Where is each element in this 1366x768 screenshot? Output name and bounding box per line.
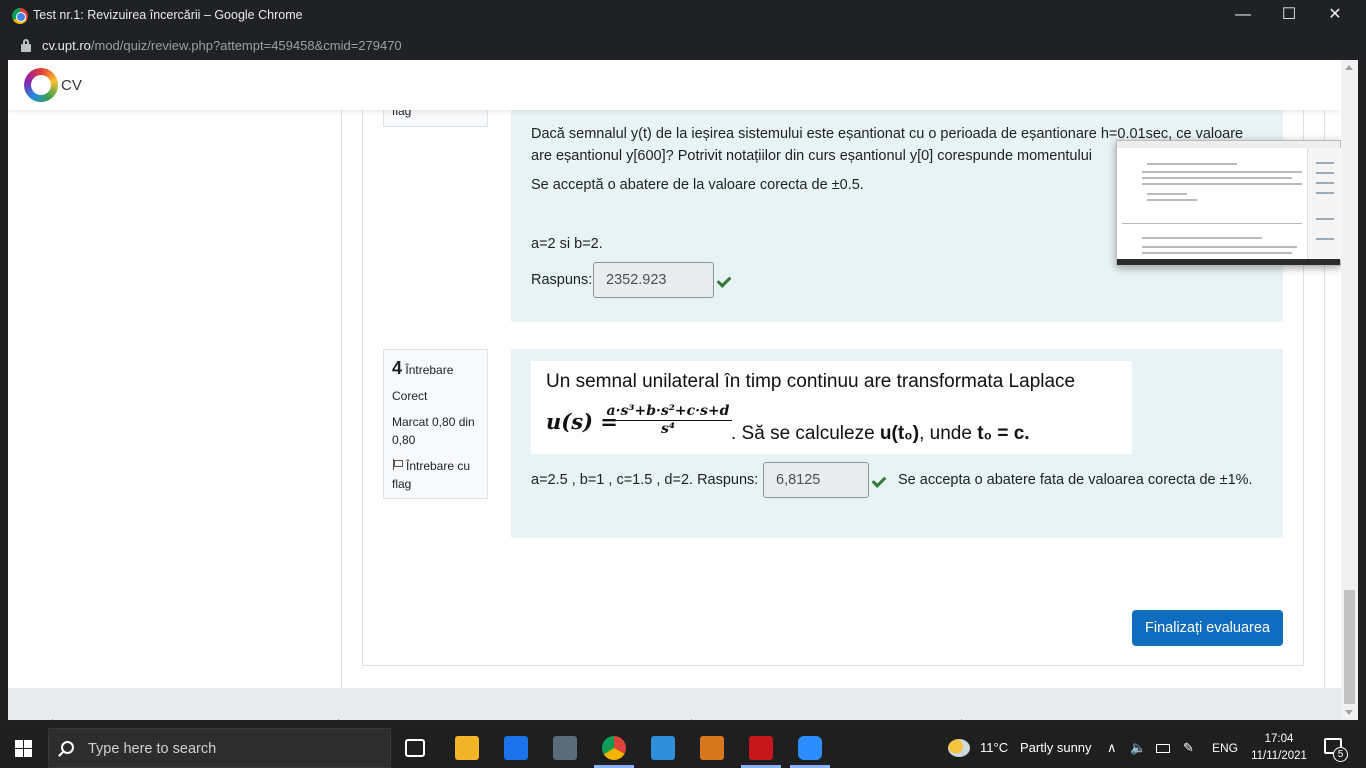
photos-icon[interactable] [651,736,675,760]
question-4-content: Un semnal unilateral în timp continuu ar… [511,349,1283,538]
question-3-tolerance: Se acceptă o abatere de la valoare corec… [531,177,864,193]
left-column-divider [341,110,342,688]
question-4-info: 4 Întrebare Corect Marcat 0,80 din 0,80 … [383,349,488,499]
question-4-word: Întrebare [405,363,454,377]
windows-taskbar: Type here to search 11°C Partly sunny ∧ … [0,728,1366,768]
page-viewport: CV flag Dacă semnalul y(t) de la ieșirea… [8,60,1341,720]
question-4-flag-toggle[interactable]: Întrebare cu flag [392,457,479,493]
chrome-title-bar: Test nr.1: Revizuirea încercării – Googl… [0,0,1366,32]
question-4-answer-input[interactable]: 6,8125 [763,462,869,498]
maximize-button[interactable]: ☐ [1266,0,1312,32]
vertical-scrollbar[interactable] [1341,60,1358,720]
question-3-text-line2: are eșantionul y[600]? Potrivit notațiil… [531,148,1092,164]
matlab-icon[interactable] [700,736,724,760]
acrobat-icon[interactable] [749,736,773,760]
url-field[interactable]: cv.upt.ro/mod/quiz/review.php?attempt=45… [42,38,402,53]
formula-denominator: s⁴ [660,421,675,437]
formula-fraction: a·s³+b·s²+c·s+d s⁴ [604,403,732,437]
scrollbar-thumb[interactable] [1344,590,1355,704]
calculator-icon[interactable] [553,736,577,760]
close-button[interactable]: ✕ [1312,0,1358,32]
notification-count: 5 [1333,747,1348,762]
question-3-params: a=2 si b=2. [531,236,603,252]
question-4-number: 4 [392,358,403,378]
minimize-button[interactable]: — [1220,0,1266,32]
url-host: cv.upt.ro [42,38,91,53]
correct-check-icon [872,474,886,488]
correct-check-icon [717,274,731,288]
question-3-answer-label: Raspuns: [531,272,593,288]
file-explorer-icon[interactable] [455,736,479,760]
site-name[interactable]: CV [61,77,82,94]
weather-icon[interactable] [948,739,970,757]
battery-icon[interactable] [1156,744,1170,753]
clock[interactable]: 17:04 11/11/2021 [1248,731,1310,765]
question-4-status: Corect [392,389,428,403]
question-4-params: a=2.5 , b=1 , c=1.5 , d=2. Raspuns: [531,472,759,488]
question-4-flag-label: Întrebare cu flag [392,459,471,491]
search-placeholder: Type here to search [88,741,217,757]
lock-icon [21,39,31,52]
url-path: /mod/quiz/review.php?attempt=459458&cmid… [90,38,402,53]
weather-temp[interactable]: 11°C [980,740,1008,755]
mail-icon[interactable] [504,736,528,760]
finish-review-button[interactable]: Finalizați evaluarea [1132,610,1283,646]
chevron-up-icon[interactable]: ∧ [1107,740,1117,756]
page-footer [8,688,1341,720]
question-3-answer-input[interactable]: 2352.923 [593,262,714,298]
pen-icon[interactable]: ✎ [1183,740,1194,756]
chrome-taskbar-icon[interactable] [602,736,626,760]
cv-logo-icon[interactable] [24,68,58,102]
flag-icon [392,459,403,470]
scroll-up-icon[interactable] [1345,65,1353,70]
scroll-down-icon[interactable] [1345,710,1353,715]
formula-numerator: a·s³+b·s²+c·s+d [604,403,732,421]
question-4-mark: Marcat 0,80 din 0,80 [392,415,475,447]
weather-text[interactable]: Partly sunny [1020,740,1092,755]
windows-start-icon[interactable] [15,740,32,757]
formula-tail: . Să se calculeze u(t₀), unde t₀ = c. [731,423,1030,444]
volume-icon[interactable]: 🔈 [1130,740,1146,756]
clock-date: 11/11/2021 [1251,750,1307,762]
task-view-icon[interactable] [405,739,425,757]
window-title: Test nr.1: Revizuirea încercării – Googl… [33,8,303,22]
question-4-formula-card: Un semnal unilateral în timp continuu ar… [531,361,1132,454]
search-icon [61,741,74,754]
taskbar-search-box[interactable]: Type here to search [48,728,391,768]
chrome-icon [12,8,28,24]
question-4-heading: Un semnal unilateral în timp continuu ar… [546,371,1076,392]
zoom-icon[interactable] [798,736,822,760]
question-4-tolerance: Se accepta o abatere fata de valoarea co… [898,472,1253,488]
clock-time: 17:04 [1264,733,1294,745]
site-navbar: CV [8,60,1341,110]
address-bar[interactable]: cv.upt.ro/mod/quiz/review.php?attempt=45… [0,32,1366,60]
taskbar-preview-thumbnail[interactable] [1116,140,1341,266]
language-indicator[interactable]: ENG [1212,741,1238,755]
